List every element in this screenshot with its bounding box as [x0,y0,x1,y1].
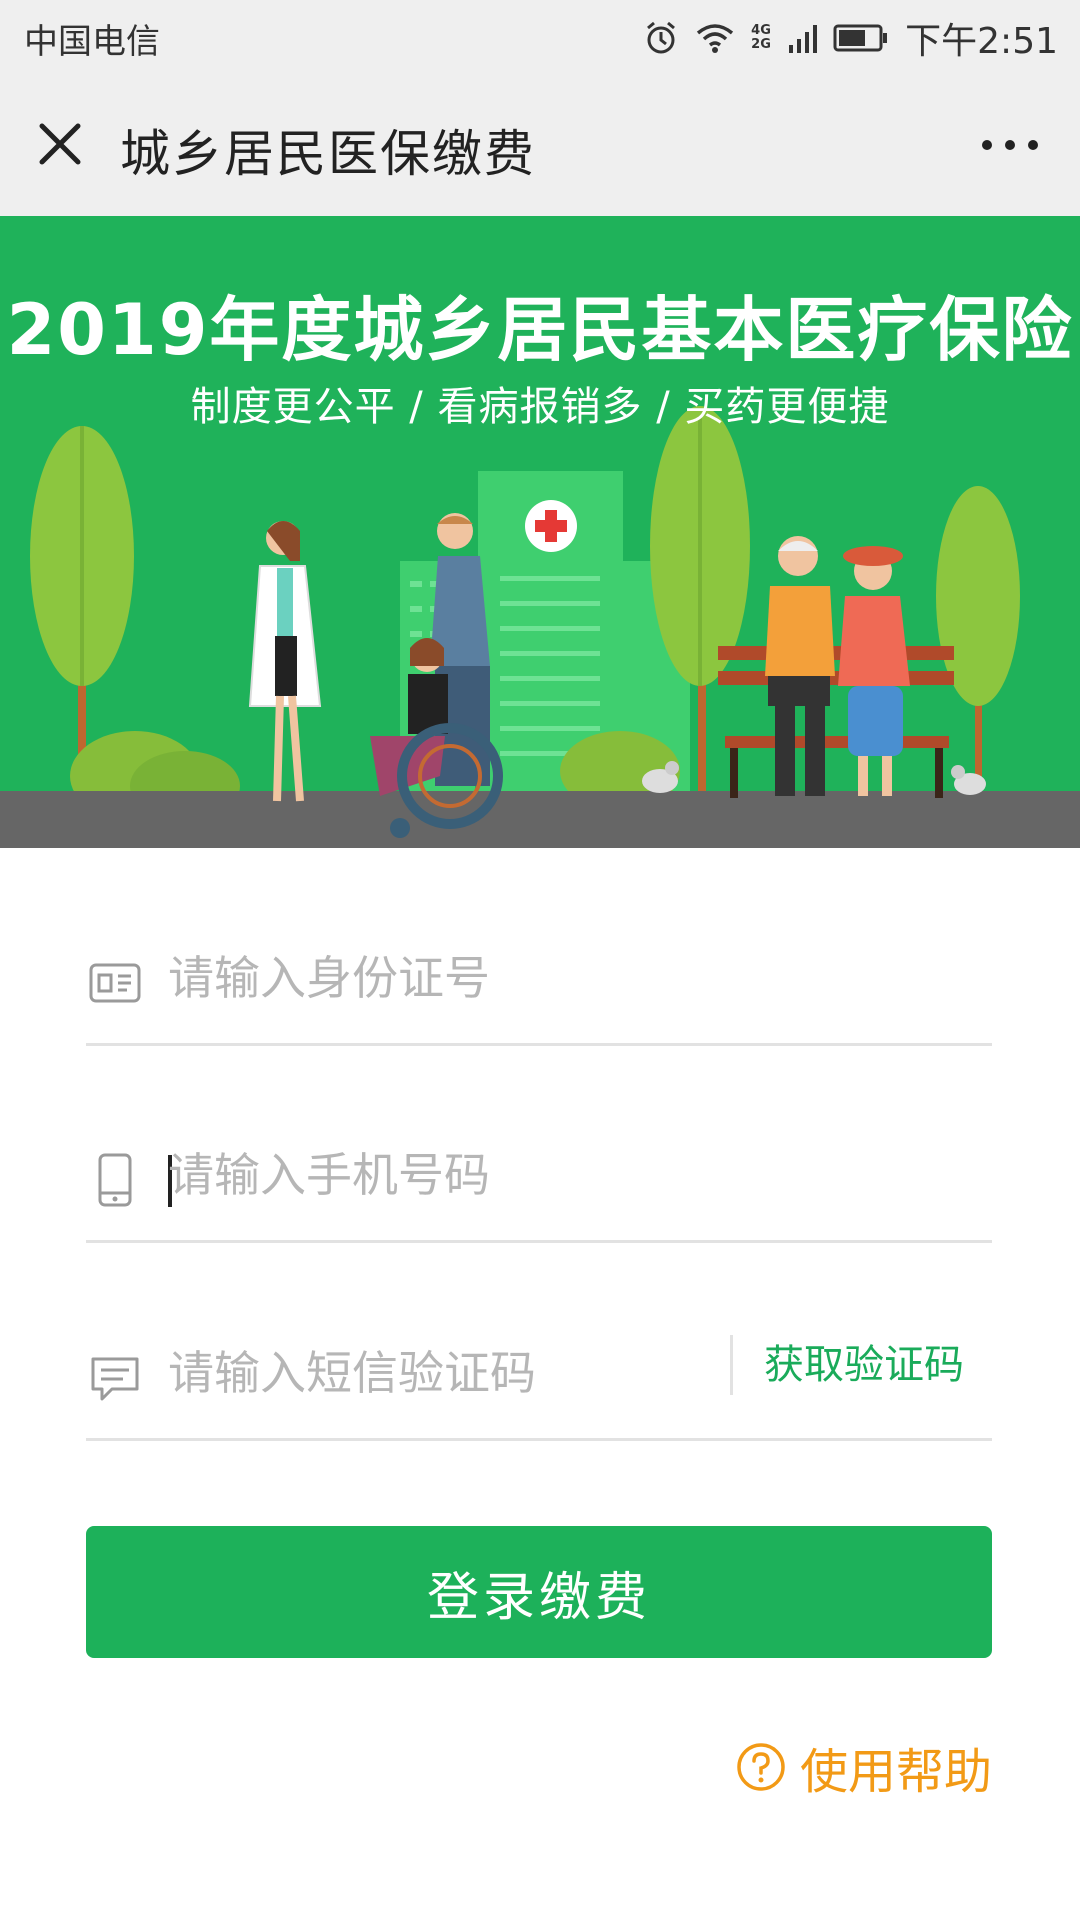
carrier-label: 中国电信 [24,22,160,62]
phone-number-field [86,1113,992,1243]
nav-bar: 城乡居民医保缴费 [0,72,1080,216]
help-label: 使用帮助 [799,1744,992,1800]
signal-icon [789,25,818,53]
question-icon [737,1743,785,1791]
status-bar: 中国电信 4G 2G 下午2:51 [0,0,1080,72]
alarm-icon [647,21,676,54]
sms-code-field: 获取验证码 [86,1311,992,1441]
field-divider [730,1335,733,1395]
login-pay-button[interactable]: 登录缴费 [86,1526,992,1658]
banner: 2019年度城乡居民基本医疗保险 制度更公平 / 看病报销多 / 买药更便捷 [0,216,1080,848]
phone-number-input[interactable] [166,1135,766,1215]
banner-subtitle: 制度更公平 / 看病报销多 / 买药更便捷 [190,384,890,430]
wifi-icon [697,24,734,53]
id-card-icon [89,963,141,1003]
message-icon [91,1357,139,1401]
page-title: 城乡居民医保缴费 [120,125,536,183]
help-link[interactable]: 使用帮助 [736,1732,992,1802]
status-icons: 4G 2G 下午2:51 [643,12,1058,64]
phone-icon [98,1153,132,1207]
clock-label: 下午2:51 [905,21,1058,62]
get-code-button[interactable]: 获取验证码 [764,1335,964,1395]
more-icon[interactable] [980,138,1040,152]
battery-icon [833,24,888,52]
id-number-field [86,916,992,1046]
network-type-label: 4G 2G [751,23,771,52]
sms-code-input[interactable] [166,1333,706,1413]
close-icon[interactable] [36,120,84,168]
id-number-input[interactable] [166,938,766,1018]
banner-title: 2019年度城乡居民基本医疗保险 [6,289,1074,371]
